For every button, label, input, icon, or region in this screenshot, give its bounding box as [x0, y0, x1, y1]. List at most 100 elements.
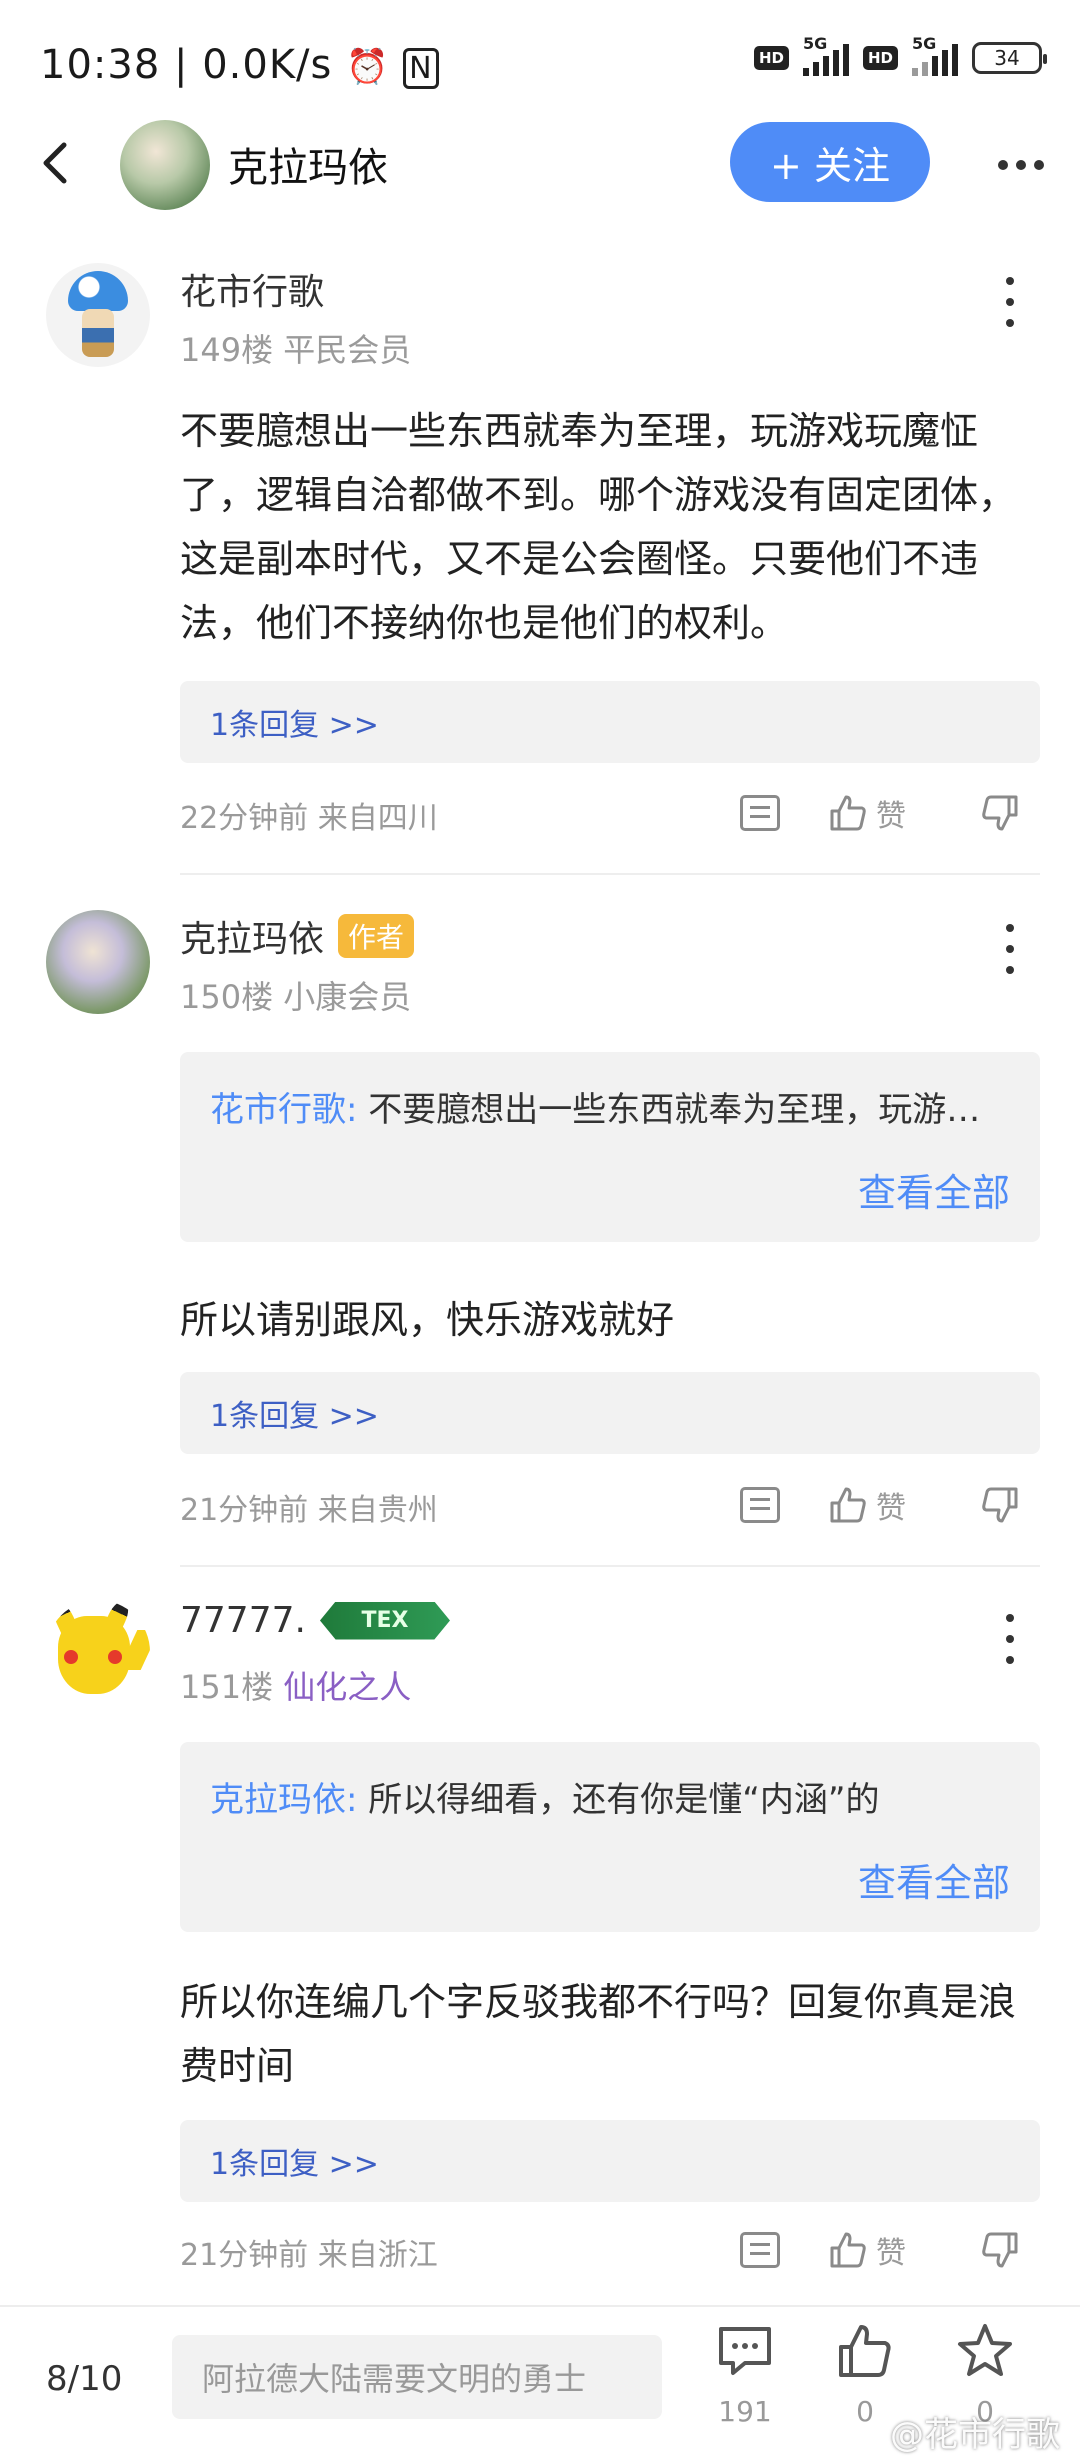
thumbs-up-icon [830, 795, 866, 831]
quoted-reply[interactable]: 花市行歌: 不要臆想出一些东西就奉为至理，玩游… 查看全部 [180, 1052, 1040, 1242]
page-title[interactable]: 克拉玛依 [228, 135, 388, 193]
avatar[interactable] [46, 263, 150, 367]
page-indicator[interactable]: 8/10 [46, 2359, 122, 2399]
floor-number: 149楼 [180, 331, 274, 369]
quoted-reply[interactable]: 克拉玛依: 所以得细看，还有你是懂“内涵”的 查看全部 [180, 1742, 1040, 1932]
level-badge: TEX [319, 1601, 450, 1640]
dislike-button[interactable] [980, 2220, 1020, 2280]
like-label: 赞 [876, 799, 906, 834]
comment-item: 克拉玛依 作者 150楼 小康会员 花市行歌: 不要臆想出一些东西就奉为至理，玩… [0, 910, 1080, 1567]
comment-bubble-icon [719, 2327, 771, 2375]
chevron-left-icon [43, 142, 67, 184]
reply-button[interactable] [740, 783, 780, 843]
dislike-button[interactable] [980, 783, 1020, 843]
comment-text: 不要臆想出一些东西就奉为至理，玩游戏玩魔怔了，逻辑自洽都做不到。哪个游戏没有固定… [180, 409, 1017, 645]
member-rank: 仙化之人 [283, 1668, 412, 1706]
username-text[interactable]: 克拉玛依 [180, 910, 324, 962]
avatar[interactable] [46, 1600, 150, 1704]
reply-link[interactable]: 1条回复 >> [180, 1372, 1040, 1454]
quote-text: 花市行歌: 不要臆想出一些东西就奉为至理，玩游… [210, 1082, 1010, 1131]
like-button[interactable]: 赞 [828, 1475, 906, 1535]
comment-item: 花市行歌 149楼 平民会员 不要臆想出一些东西就奉为至理，玩游戏玩魔怔了，逻辑… [0, 263, 1080, 875]
clock-text: 10:38 [40, 42, 161, 88]
more-dot-icon [998, 160, 1008, 170]
quote-text: 克拉玛依: 所以得细看，还有你是懂“内涵”的 [210, 1772, 1010, 1821]
comment-meta: 149楼 平民会员 [180, 325, 411, 371]
comment-username[interactable]: 克拉玛依 作者 [180, 910, 415, 962]
comment-footer: 21分钟前 来自贵州 赞 [180, 1475, 1040, 1535]
bottom-bar: 8/10 阿拉德大陆需要文明的勇士 191 0 0 @花市行歌 [0, 2305, 1080, 2460]
comment-text: 所以你连编几个字反驳我都不行吗？回复你真是浪费时间 [180, 1980, 1017, 2088]
status-time: 10:38 | 0.0K/s ⏰ N [40, 42, 439, 89]
view-all-link[interactable]: 查看全部 [858, 1852, 1010, 1907]
follow-button[interactable]: + 关注 [730, 122, 930, 202]
net-speed: 0.0K/s [202, 42, 333, 88]
username-text[interactable]: 77777. [180, 1600, 306, 1641]
floor-number: 151楼 [180, 1668, 274, 1706]
comment-icon [740, 795, 780, 831]
like-button[interactable]: 赞 [828, 2220, 906, 2280]
status-right: HD 5G HD 5G 34 [753, 34, 1047, 76]
quote-author[interactable]: 克拉玛依: [210, 1780, 357, 1820]
separator: | [174, 42, 203, 88]
comment-menu-button[interactable] [1000, 277, 1020, 327]
comment-username[interactable]: 77777. TEX [180, 1600, 450, 1641]
signal-icon: 5G [802, 34, 849, 76]
network-type-2: 5G [912, 34, 937, 53]
avatar[interactable] [46, 910, 150, 1014]
comment-icon [740, 1487, 780, 1523]
battery-level: 34 [994, 46, 1020, 70]
star-icon [958, 2324, 1012, 2376]
reply-link[interactable]: 1条回复 >> [180, 681, 1040, 763]
back-button[interactable] [30, 138, 80, 188]
like-count: 0 [856, 2395, 874, 2428]
floor-number: 150楼 [180, 978, 274, 1016]
comment-item: 77777. TEX 151楼 仙化之人 克拉玛依: 所以得细看，还有你是懂“内… [0, 1600, 1080, 2280]
more-dot-icon [1016, 160, 1026, 170]
comment-footer: 22分钟前 来自四川 赞 [180, 783, 1040, 843]
battery-icon: 34 [972, 42, 1047, 74]
comment-footer: 21分钟前 来自浙江 赞 [180, 2220, 1040, 2280]
divider [180, 1565, 1040, 1567]
view-all-link[interactable]: 查看全部 [858, 1162, 1010, 1217]
hd-icon-2: HD [862, 46, 898, 70]
comment-icon [740, 2232, 780, 2268]
comment-username[interactable]: 花市行歌 [180, 263, 324, 315]
forum-avatar[interactable] [120, 120, 210, 210]
divider [180, 873, 1040, 875]
comment-menu-button[interactable] [1000, 924, 1020, 974]
author-badge: 作者 [338, 914, 415, 958]
like-label: 赞 [876, 2236, 906, 2271]
signal-icon-2: 5G [912, 34, 958, 76]
reply-link[interactable]: 1条回复 >> [180, 2120, 1040, 2202]
thumbs-down-icon [982, 2232, 1018, 2268]
member-rank: 小康会员 [283, 978, 412, 1016]
thumbs-up-icon [830, 1487, 866, 1523]
thumbs-up-icon [830, 2232, 866, 2268]
alarm-icon: ⏰ [346, 47, 390, 87]
dislike-button[interactable] [980, 1475, 1020, 1535]
reply-button[interactable] [740, 2220, 780, 2280]
time-location: 21分钟前 来自浙江 [180, 2238, 438, 2273]
member-rank: 平民会员 [283, 331, 412, 369]
nfc-icon: N [403, 48, 439, 89]
more-menu-button[interactable] [986, 140, 1056, 190]
comment-meta: 151楼 仙化之人 [180, 1662, 411, 1708]
like-button[interactable]: 赞 [828, 783, 906, 843]
quote-body: 所以得细看，还有你是懂“内涵”的 [357, 1780, 880, 1820]
reply-button[interactable] [740, 1475, 780, 1535]
thumbs-up-icon [839, 2325, 891, 2377]
like-label: 赞 [876, 1491, 906, 1526]
network-type: 5G [802, 34, 828, 53]
comment-menu-button[interactable] [1000, 1614, 1020, 1664]
thumbs-down-icon [982, 795, 1018, 831]
reply-input[interactable]: 阿拉德大陆需要文明的勇士 [172, 2335, 662, 2419]
time-location: 21分钟前 来自贵州 [180, 1493, 438, 1528]
comments-button[interactable]: 191 [705, 2321, 785, 2431]
thumbs-down-icon [982, 1487, 1018, 1523]
comment-text: 所以请别跟风，快乐游戏就好 [180, 1298, 675, 1342]
quote-author[interactable]: 花市行歌: [210, 1090, 357, 1130]
username-text[interactable]: 花市行歌 [180, 263, 324, 315]
comment-meta: 150楼 小康会员 [180, 972, 411, 1018]
quote-body: 不要臆想出一些东西就奉为至理，玩游… [357, 1090, 981, 1130]
